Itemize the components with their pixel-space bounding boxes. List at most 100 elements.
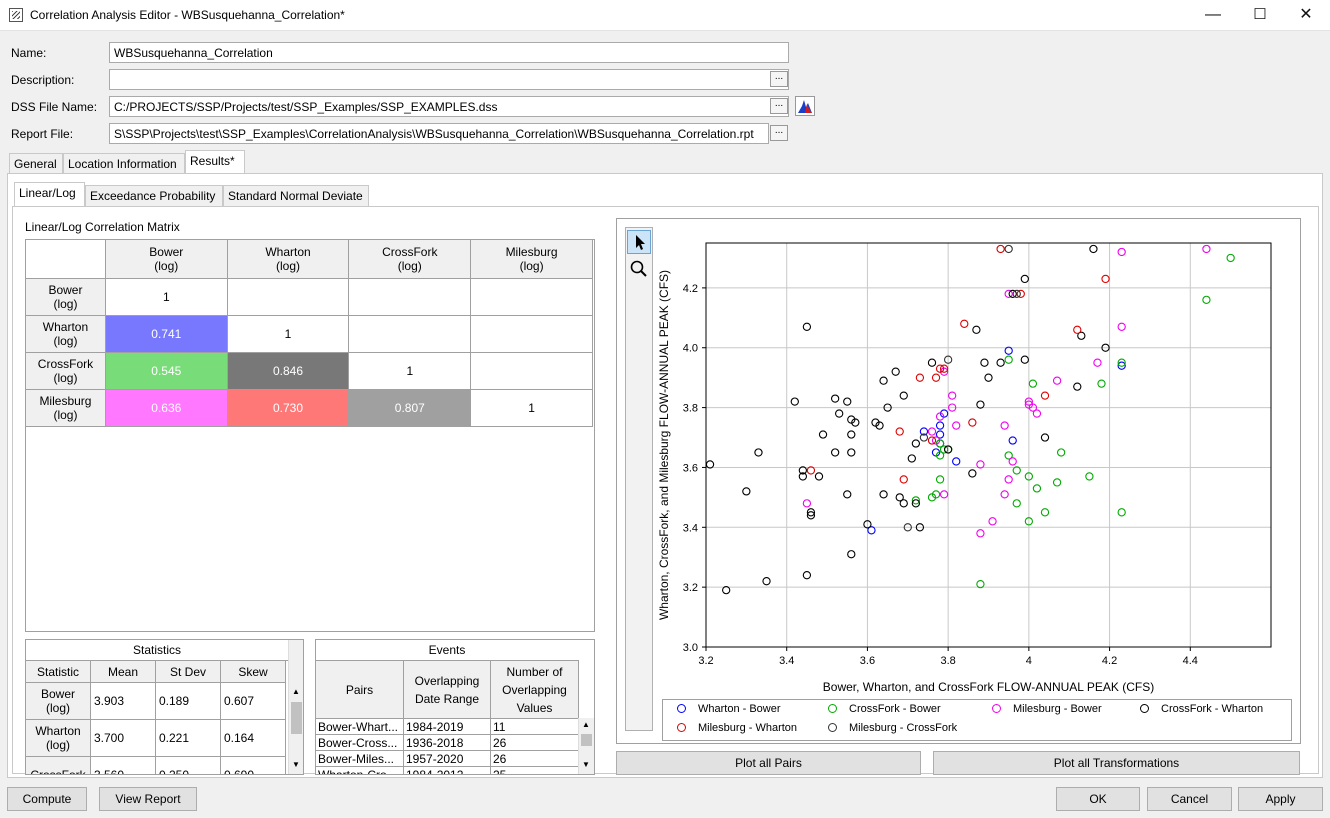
matrix-cell[interactable] xyxy=(348,278,472,316)
legend-marker xyxy=(677,704,686,713)
statistics-column-header: Statistic xyxy=(26,660,91,683)
dss-file-field[interactable]: C:/PROJECTS/SSP/Projects/test/SSP_Exampl… xyxy=(109,96,789,117)
legend-label: Milesburg - Wharton xyxy=(698,722,798,734)
matrix-cell[interactable]: 1 xyxy=(470,389,593,427)
statistics-cell[interactable]: 0.690 xyxy=(220,756,286,774)
y-tick-label: 3.6 xyxy=(683,462,698,474)
close-icon[interactable]: ✕ xyxy=(1283,0,1329,31)
tab-linear-log[interactable]: Linear/Log xyxy=(14,182,85,207)
report-file-label: Report File: xyxy=(11,127,74,141)
y-tick-label: 3.0 xyxy=(683,642,698,654)
y-tick-label: 4.0 xyxy=(683,343,698,355)
matrix-cell[interactable] xyxy=(470,315,593,353)
description-browse-button[interactable]: ... xyxy=(770,71,788,87)
matrix-cell[interactable] xyxy=(226,278,350,316)
matrix-cell[interactable] xyxy=(470,278,593,316)
matrix-cell[interactable]: 1 xyxy=(226,315,350,353)
matrix-column-header: Wharton (log) xyxy=(226,239,350,279)
matrix-cell[interactable]: 0.846 xyxy=(226,352,350,390)
statistics-cell[interactable]: 0.607 xyxy=(220,682,286,720)
scrollbar-thumb[interactable] xyxy=(581,734,592,746)
matrix-row-header: Milesburg (log) xyxy=(25,389,106,427)
dss-browse-button[interactable]: ... xyxy=(770,98,788,114)
compute-button[interactable]: Compute xyxy=(7,787,87,811)
statistics-cell[interactable]: 0.221 xyxy=(155,719,221,757)
matrix-cell[interactable]: 0.741 xyxy=(104,315,228,353)
tab-exceedance-probability[interactable]: Exceedance Probability xyxy=(85,185,223,206)
matrix-row-header: Wharton (log) xyxy=(25,315,106,353)
x-axis-label: Bower, Wharton, and CrossFork FLOW-ANNUA… xyxy=(823,680,1154,694)
events-cell[interactable]: 1984-2012 xyxy=(403,766,491,774)
legend-marker xyxy=(1140,704,1149,713)
events-cell[interactable]: Bower-Cross... xyxy=(316,734,404,751)
tab-results[interactable]: Results* xyxy=(185,150,245,174)
table-row[interactable]: Bower-Miles... 1957-2020 26 xyxy=(316,750,579,767)
statistics-cell[interactable]: 3.903 xyxy=(90,682,156,720)
table-row[interactable]: Bower-Whart... 1984-2019 11 xyxy=(316,718,579,735)
report-browse-button[interactable]: ... xyxy=(770,125,788,141)
dss-viewer-icon[interactable] xyxy=(795,96,815,116)
events-cell[interactable]: 26 xyxy=(490,734,579,751)
events-cell[interactable]: Bower-Whart... xyxy=(316,718,404,735)
events-cell[interactable]: 1936-2018 xyxy=(403,734,491,751)
matrix-cell[interactable] xyxy=(348,315,472,353)
correlation-matrix: Bower (log) Wharton (log) CrossFork (log) M… xyxy=(25,239,593,427)
apply-button[interactable]: Apply xyxy=(1238,787,1323,811)
events-cell[interactable]: Bower-Miles... xyxy=(316,750,404,767)
events-cell[interactable]: Wharton-Cro... xyxy=(316,766,404,774)
x-tick-label: 4.4 xyxy=(1183,655,1198,667)
events-table-area: Events Pairs Overlapping Date Range Number… xyxy=(315,639,595,775)
y-tick-label: 3.8 xyxy=(683,403,698,415)
name-label: Name: xyxy=(11,46,47,60)
dss-file-label: DSS File Name: xyxy=(11,100,98,114)
tab-location-information[interactable]: Location Information xyxy=(63,153,185,174)
matrix-cell[interactable]: 0.545 xyxy=(104,352,228,390)
zoom-icon[interactable] xyxy=(627,257,651,281)
minimize-icon[interactable]: — xyxy=(1190,0,1236,31)
events-cell[interactable]: 11 xyxy=(490,718,579,735)
statistics-column-header: Mean xyxy=(90,660,156,683)
ok-button[interactable]: OK xyxy=(1056,787,1140,811)
matrix-cell[interactable]: 0.807 xyxy=(348,389,472,427)
pointer-icon[interactable] xyxy=(627,230,651,254)
legend-item: Milesburg - Wharton xyxy=(677,722,797,734)
events-cell[interactable]: 1957-2020 xyxy=(403,750,491,767)
legend-label: Wharton - Bower xyxy=(698,703,781,715)
events-cell[interactable]: 25 xyxy=(490,766,579,774)
matrix-cell[interactable]: 1 xyxy=(348,352,472,390)
table-row[interactable]: Bower-Cross... 1936-2018 26 xyxy=(316,734,579,751)
events-cell[interactable]: 1984-2019 xyxy=(403,718,491,735)
matrix-cell[interactable]: 0.730 xyxy=(226,389,350,427)
statistics-cell[interactable]: 3.560 xyxy=(90,756,156,774)
statistics-cell[interactable]: 0.164 xyxy=(220,719,286,757)
events-cell[interactable]: 26 xyxy=(490,750,579,767)
y-tick-label: 3.2 xyxy=(683,582,698,594)
statistics-scrollbar[interactable]: ▲ ▼ xyxy=(288,640,303,774)
matrix-cell[interactable]: 0.636 xyxy=(104,389,228,427)
statistics-cell[interactable]: 0.250 xyxy=(155,756,221,774)
events-scrollbar[interactable]: ▲ ▼ xyxy=(578,718,594,774)
matrix-corner xyxy=(25,239,106,279)
plot-all-transformations-button[interactable]: Plot all Transformations xyxy=(933,751,1300,775)
y-tick-label: 3.4 xyxy=(683,522,698,534)
view-report-button[interactable]: View Report xyxy=(99,787,197,811)
legend-label: CrossFork - Bower xyxy=(849,703,941,715)
description-field[interactable] xyxy=(109,69,789,90)
tab-standard-normal-deviate[interactable]: Standard Normal Deviate xyxy=(223,185,369,206)
plot-all-pairs-button[interactable]: Plot all Pairs xyxy=(616,751,921,775)
matrix-cell[interactable] xyxy=(470,352,593,390)
report-file-field[interactable]: S\SSP\Projects\test\SSP_Examples\Correla… xyxy=(109,123,769,144)
scrollbar-thumb[interactable] xyxy=(291,702,302,734)
statistics-cell[interactable]: 0.189 xyxy=(155,682,221,720)
tab-general[interactable]: General xyxy=(9,153,63,174)
events-column-header: Number of Overlapping Values xyxy=(490,660,579,719)
matrix-cell[interactable]: 1 xyxy=(104,278,228,316)
maximize-icon[interactable]: ☐ xyxy=(1237,0,1283,31)
statistics-cell[interactable]: 3.700 xyxy=(90,719,156,757)
cancel-button[interactable]: Cancel xyxy=(1147,787,1232,811)
plot-toolbar xyxy=(625,227,653,731)
statistics-table-area: Statistics Statistic Mean St Dev Skew Bower … xyxy=(25,639,304,775)
table-row[interactable]: Wharton-Cro... 1984-2012 25 xyxy=(316,766,579,774)
name-field[interactable]: WBSusquehanna_Correlation xyxy=(109,42,789,63)
statistics-column-header: Skew xyxy=(220,660,286,683)
